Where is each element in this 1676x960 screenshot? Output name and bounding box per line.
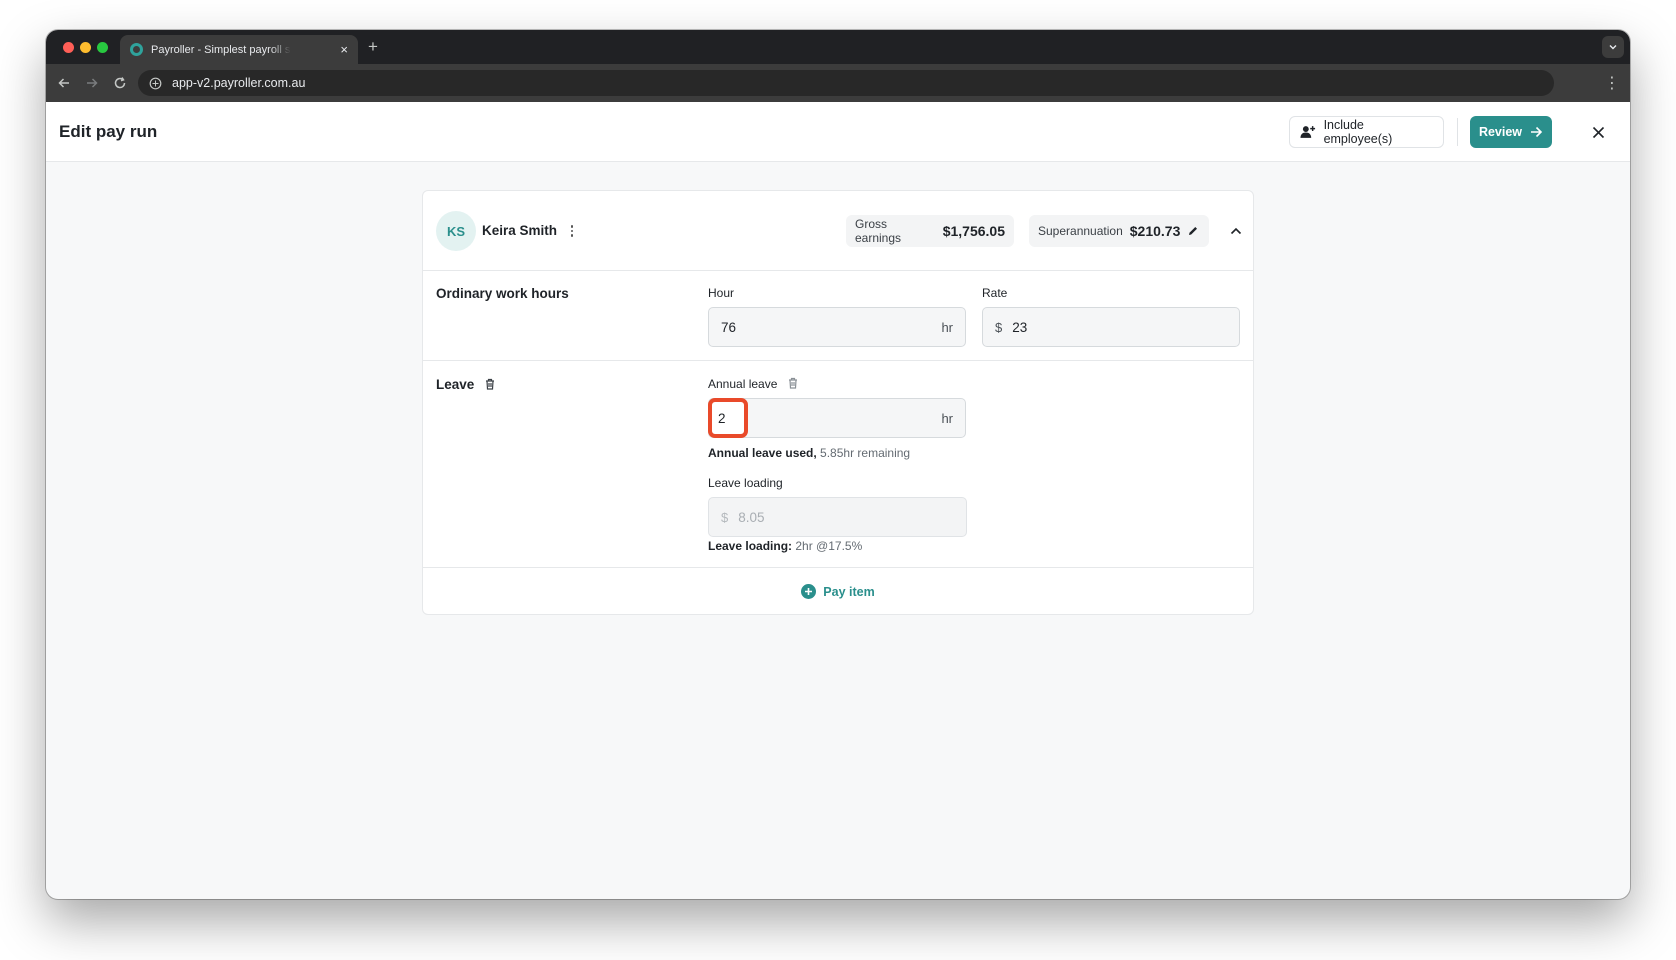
annual-leave-value: 2 [718, 410, 726, 426]
add-pay-item-button[interactable]: Pay item [423, 568, 1253, 615]
arrow-left-icon [58, 78, 69, 88]
superannuation-label: Superannuation [1038, 224, 1123, 238]
superannuation-value: $210.73 [1129, 223, 1181, 239]
rate-value: 23 [1012, 319, 1028, 335]
rate-input[interactable]: $ 23 [982, 307, 1240, 347]
tune-icon [149, 77, 161, 89]
payroller-favicon-icon [130, 43, 143, 56]
leave-loading-caption-label: Leave loading: [708, 539, 793, 553]
employee-pay-card: KS Keira Smith Gross earnings $1,756.05 … [422, 190, 1254, 615]
rate-prefix: $ [995, 319, 1003, 335]
gross-earnings-badge: Gross earnings $1,756.05 [846, 215, 1014, 247]
leave-title-text: Leave [436, 377, 475, 392]
review-label: Review [1478, 125, 1523, 139]
annual-leave-caption: Annual leave used, 5.85hr remaining [708, 446, 910, 460]
tab-title: Payroller - Simplest payroll software [151, 43, 291, 56]
chevron-up-icon [1230, 227, 1242, 235]
leave-loading-caption-value: 2hr @17.5% [795, 539, 863, 553]
pay-item-label: Pay item [823, 584, 875, 599]
arrow-right-icon [1531, 126, 1543, 138]
address-bar[interactable]: app-v2.payroller.com.au [138, 70, 1554, 96]
leave-loading-caption: Leave loading: 2hr @17.5% [708, 539, 862, 553]
gross-earnings-value: $1,756.05 [942, 223, 1005, 239]
tab-search-button[interactable] [1602, 36, 1624, 58]
employee-menu-icon[interactable] [567, 222, 577, 240]
annual-leave-value-highlight[interactable]: 2 [708, 398, 748, 438]
reload-icon [114, 77, 126, 89]
browser-tab[interactable]: Payroller - Simplest payroll software × [120, 35, 358, 64]
annual-leave-label: Annual leave [708, 377, 799, 391]
site-info-icon[interactable] [148, 76, 162, 90]
maximize-window-button[interactable] [97, 42, 108, 53]
new-tab-button[interactable]: + [368, 38, 378, 55]
section-divider [423, 360, 1253, 361]
annual-leave-used-label: Annual leave used, [708, 446, 817, 460]
superannuation-badge[interactable]: Superannuation $210.73 [1029, 215, 1209, 247]
trash-icon[interactable] [787, 377, 799, 389]
browser-window: Payroller - Simplest payroll software × … [46, 30, 1630, 899]
chevron-down-icon [1609, 45, 1617, 50]
annual-leave-label-text: Annual leave [708, 377, 778, 391]
avatar: KS [436, 211, 476, 251]
reload-button[interactable] [106, 69, 134, 97]
employee-card-header: KS Keira Smith Gross earnings $1,756.05 … [423, 191, 1253, 271]
plus-circle-icon [801, 584, 817, 599]
collapse-card-button[interactable] [1226, 221, 1246, 241]
hour-suffix: hr [941, 319, 953, 335]
annual-leave-suffix: hr [941, 410, 953, 426]
hour-label: Hour [708, 286, 735, 300]
close-page-button[interactable] [1587, 121, 1609, 143]
page-title: Edit pay run [59, 122, 158, 141]
browser-menu-icon[interactable]: ⋮ [1604, 73, 1620, 93]
tab-strip: Payroller - Simplest payroll software × … [46, 30, 1630, 64]
close-window-button[interactable] [63, 42, 74, 53]
forward-button[interactable] [78, 69, 106, 97]
add-user-icon [1300, 126, 1316, 138]
include-employees-button[interactable]: Include employee(s) [1289, 116, 1444, 148]
hour-input[interactable]: 76 hr [708, 307, 966, 347]
ordinary-hours-title: Ordinary work hours [436, 286, 569, 301]
arrow-right-icon [87, 78, 98, 88]
page-header: Edit pay run Include employee(s) Review [46, 102, 1630, 162]
minimize-window-button[interactable] [80, 42, 91, 53]
annual-leave-remaining: 5.85hr remaining [820, 446, 911, 460]
include-employees-label: Include employee(s) [1323, 118, 1393, 146]
close-icon [1592, 126, 1604, 138]
trash-icon[interactable] [484, 378, 496, 390]
header-divider [1457, 118, 1458, 146]
leave-loading-value: 8.05 [738, 509, 765, 525]
rate-label: Rate [982, 286, 1008, 300]
pencil-icon[interactable] [1187, 225, 1199, 237]
gross-earnings-label: Gross earnings [855, 217, 902, 245]
tab-close-icon[interactable]: × [340, 43, 348, 56]
leave-loading-input: $ 8.05 [708, 497, 967, 537]
leave-loading-prefix: $ [721, 509, 729, 525]
leave-title: Leave [436, 377, 496, 392]
back-button[interactable] [50, 69, 78, 97]
hour-value: 76 [721, 319, 737, 335]
leave-loading-label: Leave loading [708, 476, 783, 490]
review-button[interactable]: Review [1470, 116, 1552, 148]
employee-name: Keira Smith [482, 223, 558, 238]
browser-toolbar: app-v2.payroller.com.au ⋮ [46, 64, 1630, 102]
url-text: app-v2.payroller.com.au [172, 76, 306, 90]
